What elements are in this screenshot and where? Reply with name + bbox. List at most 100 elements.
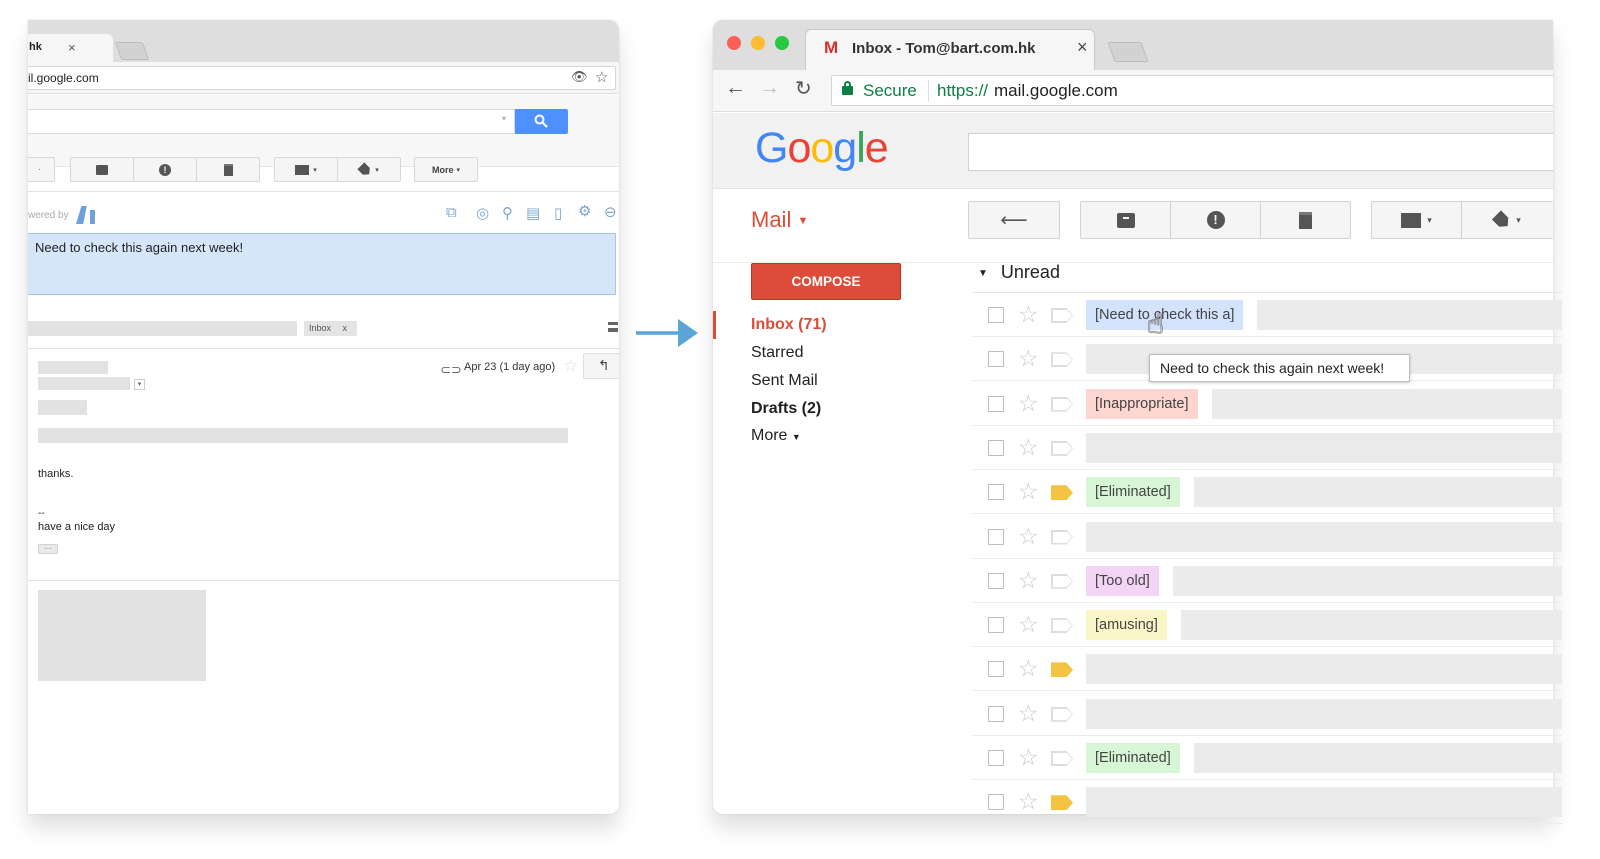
search-icon[interactable]: ⚲ bbox=[502, 204, 513, 222]
nav-inbox[interactable]: Inbox (71) bbox=[751, 316, 827, 334]
delete-button[interactable] bbox=[1260, 201, 1351, 239]
left-delete-button[interactable] bbox=[196, 157, 260, 182]
window-close-dot[interactable] bbox=[727, 36, 741, 50]
row-checkbox[interactable] bbox=[988, 794, 1004, 811]
compose-label: COMPOSE bbox=[791, 274, 861, 289]
close-icon[interactable]: × bbox=[68, 40, 76, 55]
email-row[interactable]: ☆ bbox=[972, 426, 1562, 470]
trash-icon[interactable]: ▯ bbox=[554, 204, 562, 222]
row-checkbox[interactable] bbox=[988, 395, 1004, 412]
star-icon[interactable]: ☆ bbox=[1018, 476, 1039, 506]
caret-down-icon[interactable]: ▾ bbox=[502, 114, 506, 123]
star-icon[interactable]: ☆ bbox=[1018, 299, 1039, 329]
right-new-tab-button[interactable] bbox=[1107, 42, 1149, 62]
left-search-input[interactable]: ▾ bbox=[28, 109, 515, 134]
exit-icon[interactable]: ⊖ bbox=[604, 203, 617, 221]
show-trimmed-button[interactable]: ··· bbox=[38, 544, 58, 554]
star-icon[interactable]: ☆ bbox=[1018, 742, 1039, 772]
left-more-button[interactable]: More ▾ bbox=[414, 157, 478, 182]
logo-letter-o1: o bbox=[787, 124, 811, 172]
left-tab[interactable]: hk × bbox=[28, 34, 113, 62]
email-row[interactable]: ☆ [Need to check this a] bbox=[972, 293, 1562, 337]
star-icon[interactable]: ☆ bbox=[1018, 432, 1039, 462]
reply-button[interactable]: ↰ bbox=[583, 353, 619, 379]
row-content-placeholder bbox=[1086, 432, 1562, 463]
left-move-button[interactable]: ▾ bbox=[274, 157, 338, 182]
importance-marker-fill bbox=[1052, 707, 1072, 721]
print-icon[interactable] bbox=[608, 322, 618, 332]
close-icon[interactable]: x bbox=[343, 323, 348, 333]
row-checkbox[interactable] bbox=[988, 351, 1004, 368]
logo-letter-o2: o bbox=[810, 124, 834, 172]
email-row[interactable]: ☆ bbox=[972, 515, 1562, 559]
left-partial-button[interactable]: · bbox=[28, 157, 55, 182]
left-search-button[interactable] bbox=[515, 109, 568, 134]
reply-button[interactable]: ⟵ bbox=[968, 201, 1060, 239]
gmail-search-input[interactable] bbox=[968, 133, 1553, 171]
star-icon[interactable]: ☆ bbox=[595, 68, 608, 86]
row-checkbox[interactable] bbox=[988, 439, 1004, 456]
note-box[interactable]: Need to check this again next week! bbox=[28, 233, 616, 295]
star-icon[interactable]: ☆ bbox=[1018, 609, 1039, 639]
email-row[interactable]: ☆ [Eliminated] bbox=[972, 470, 1562, 515]
labels-button[interactable]: ▾ bbox=[1461, 201, 1553, 239]
row-checkbox[interactable] bbox=[988, 617, 1004, 634]
star-icon[interactable]: ☆ bbox=[1018, 786, 1039, 816]
row-checkbox[interactable] bbox=[988, 705, 1004, 722]
star-icon[interactable]: ☆ bbox=[1018, 653, 1039, 683]
nav-starred[interactable]: Starred bbox=[751, 344, 803, 362]
forward-icon[interactable]: → bbox=[759, 76, 780, 100]
email-row[interactable]: ☆ [Eliminated] bbox=[972, 736, 1562, 780]
row-checkbox[interactable] bbox=[988, 307, 1004, 323]
calendar-icon[interactable]: ▤ bbox=[526, 204, 540, 222]
eye-icon[interactable]: 👁 bbox=[571, 69, 588, 85]
lock-shackle-icon bbox=[844, 81, 851, 88]
star-icon[interactable]: ☆ bbox=[563, 356, 578, 376]
spam-button[interactable]: ! bbox=[1170, 201, 1261, 239]
email-row[interactable]: ☆ bbox=[972, 780, 1562, 825]
left-subject-divider bbox=[28, 348, 619, 349]
email-row[interactable]: ☆ [Too old] bbox=[972, 559, 1562, 603]
row-checkbox[interactable] bbox=[988, 528, 1004, 545]
email-row[interactable]: ☆ [Inappropriate] bbox=[972, 382, 1562, 426]
google-logo[interactable]: Google bbox=[755, 124, 889, 173]
star-icon[interactable]: ☆ bbox=[1018, 388, 1039, 418]
left-url-bar[interactable]: il.google.com 👁 ☆ bbox=[28, 66, 616, 90]
mail-menu[interactable]: Mail ▼ bbox=[751, 207, 808, 233]
inbox-chip[interactable]: Inbox x bbox=[304, 321, 357, 336]
details-caret-icon[interactable]: ▾ bbox=[134, 379, 145, 390]
email-row[interactable]: ☆ bbox=[972, 647, 1562, 692]
email-row[interactable]: ☆ [amusing] bbox=[972, 603, 1562, 648]
right-url-bar[interactable]: Secure https:// mail.google.com bbox=[831, 75, 1553, 106]
row-checkbox[interactable] bbox=[988, 484, 1004, 501]
star-icon[interactable]: ☆ bbox=[1018, 698, 1039, 728]
back-icon[interactable]: ← bbox=[725, 76, 746, 100]
right-tab[interactable]: M Inbox - Tom@bart.com.hk × bbox=[805, 29, 1095, 70]
translate-icon[interactable]: ⧉ bbox=[446, 204, 457, 221]
left-archive-button[interactable] bbox=[70, 157, 134, 182]
move-to-button[interactable]: ▾ bbox=[1371, 201, 1462, 239]
archive-button[interactable] bbox=[1080, 201, 1171, 239]
left-label-button[interactable]: ▾ bbox=[337, 157, 401, 182]
nav-more[interactable]: More ▼ bbox=[751, 427, 801, 445]
left-spam-button[interactable]: ! bbox=[133, 157, 197, 182]
star-icon[interactable]: ☆ bbox=[1018, 521, 1039, 551]
close-icon[interactable]: × bbox=[1077, 37, 1088, 58]
delete-icon bbox=[223, 163, 233, 176]
star-icon[interactable]: ☆ bbox=[1018, 565, 1039, 595]
unread-section-header[interactable]: ▼ Unread bbox=[978, 262, 1060, 283]
importance-marker-fill bbox=[1052, 486, 1072, 500]
row-checkbox[interactable] bbox=[988, 750, 1004, 766]
window-minimize-dot[interactable] bbox=[751, 36, 765, 50]
nav-drafts[interactable]: Drafts (2) bbox=[751, 400, 821, 418]
email-row[interactable]: ☆ bbox=[972, 692, 1562, 736]
window-zoom-dot[interactable] bbox=[775, 36, 789, 50]
row-checkbox[interactable] bbox=[988, 572, 1004, 589]
row-checkbox[interactable] bbox=[988, 661, 1004, 678]
reload-icon[interactable]: ↻ bbox=[795, 76, 812, 101]
nav-sent-mail[interactable]: Sent Mail bbox=[751, 372, 818, 390]
compose-button[interactable]: COMPOSE bbox=[751, 263, 901, 300]
star-icon[interactable]: ☆ bbox=[1018, 343, 1039, 373]
gear-icon[interactable]: ⚙ bbox=[578, 202, 591, 220]
palette-icon[interactable]: ◎ bbox=[476, 204, 489, 222]
